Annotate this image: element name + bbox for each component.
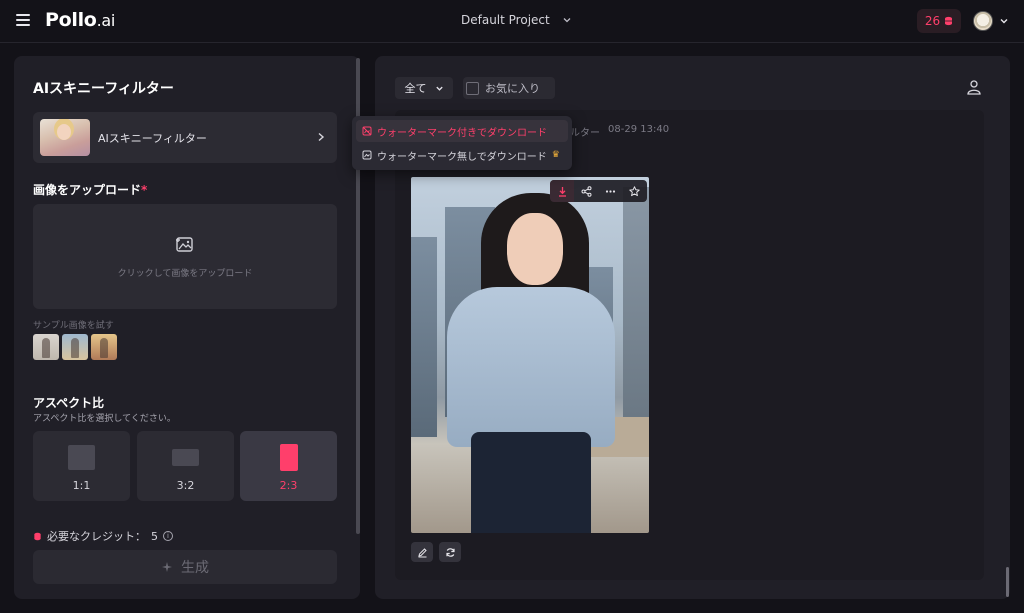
tool-panel: AIスキニーフィルター AIスキニーフィルター 画像をアップロード* クリックし… [14,56,360,599]
sample-image-3[interactable] [91,334,117,360]
image-upload-dropzone[interactable]: クリックして画像をアップロード [33,204,337,309]
right-scrollbar[interactable] [1006,567,1009,597]
upload-label: 画像をアップロード* [33,181,147,198]
share-icon [581,185,591,197]
generate-label: 生成 [181,560,209,576]
item-timestamp: 08-29 13:40 [608,124,670,135]
tool-thumbnail [40,119,90,156]
user-share-icon[interactable] [966,78,982,96]
sparkle-icon [162,562,172,572]
share-button[interactable] [574,180,598,202]
credits-count: 26 [924,14,941,28]
pencil-icon [417,547,427,557]
logo-suffix: .ai [96,11,116,30]
image-icon [362,150,372,160]
download-button[interactable] [550,180,574,202]
chevron-down-icon [563,18,571,23]
tool-selector[interactable]: AIスキニーフィルター [33,112,337,163]
favorites-checkbox[interactable] [466,81,479,95]
ratio-option-3-2[interactable]: 3:2 [137,431,234,501]
ratio-label: 3:2 [176,479,195,492]
info-icon[interactable]: i [163,531,173,541]
chevron-down-icon [1000,19,1008,24]
chevron-down-icon [435,86,443,91]
coin-icon [34,532,41,540]
ratio-shape-square [68,445,95,470]
download-with-watermark-label: ウォーターマーク付きでダウンロード [377,127,547,139]
account-menu[interactable] [973,11,1009,31]
sample-images [33,334,117,360]
ratio-label: 1:1 [72,479,91,492]
required-credits: 必要なクレジット： 5 i [33,528,173,544]
ratio-shape-portrait [280,444,298,471]
download-menu: ウォーターマーク付きでダウンロード ウォーターマーク無しでダウンロード ♛ [352,116,572,170]
favorites-label: お気に入り [485,82,540,95]
aspect-title: アスペクト比 [33,396,105,410]
required-credits-value: 5 [151,529,158,543]
filter-dropdown[interactable]: 全て [395,77,453,99]
top-bar: Pollo.ai Default Project 26 [0,0,1024,43]
upload-label-text: 画像をアップロード [33,183,142,197]
required-credits-label: 必要なクレジット： [47,530,146,543]
chevron-right-icon [318,132,325,142]
watermark-icon [362,126,372,136]
image-action-bar [550,180,647,202]
download-without-watermark-label: ウォーターマーク無しでダウンロード [377,151,547,163]
filter-label: 全て [404,82,427,95]
regenerate-button[interactable] [439,542,461,562]
required-mark: * [141,183,148,197]
item-title: ルター [570,128,600,139]
panel-title: AIスキニーフィルター [33,81,174,97]
crown-icon: ♛ [551,150,560,160]
sample-image-1[interactable] [33,334,59,360]
generate-button[interactable]: 生成 [33,550,337,584]
refresh-icon [445,547,455,557]
download-icon [558,186,566,197]
generated-image[interactable] [411,177,649,533]
download-without-watermark[interactable]: ウォーターマーク無しでダウンロード ♛ [356,144,568,166]
sample-image-2[interactable] [62,334,88,360]
aspect-subtitle: アスペクト比を選択してください。 [33,414,176,424]
star-icon [628,185,640,196]
favorites-filter[interactable]: お気に入り [463,77,555,99]
avatar [973,11,993,31]
coin-icon [945,16,953,26]
upload-prompt: クリックして画像をアップロード [117,269,253,279]
credits-badge[interactable]: 26 [917,9,961,33]
menu-icon[interactable] [16,14,30,26]
sample-label: サンプル画像を試す [33,321,114,331]
favorite-button[interactable] [622,180,646,202]
more-icon [605,189,615,193]
ratio-option-1-1[interactable]: 1:1 [33,431,130,501]
ratio-shape-landscape [172,449,199,466]
tool-name: AIスキニーフィルター [98,132,207,145]
edit-button[interactable] [411,542,433,562]
image-add-icon [176,237,193,252]
download-with-watermark[interactable]: ウォーターマーク付きでダウンロード [356,120,568,142]
more-button[interactable] [598,180,622,202]
ratio-option-2-3[interactable]: 2:3 [240,431,337,501]
logo[interactable]: Pollo.ai [45,9,115,31]
project-name: Default Project [461,13,550,27]
logo-main: Pollo [45,9,97,31]
ratio-label: 2:3 [279,479,298,492]
project-selector[interactable]: Default Project [461,13,572,27]
